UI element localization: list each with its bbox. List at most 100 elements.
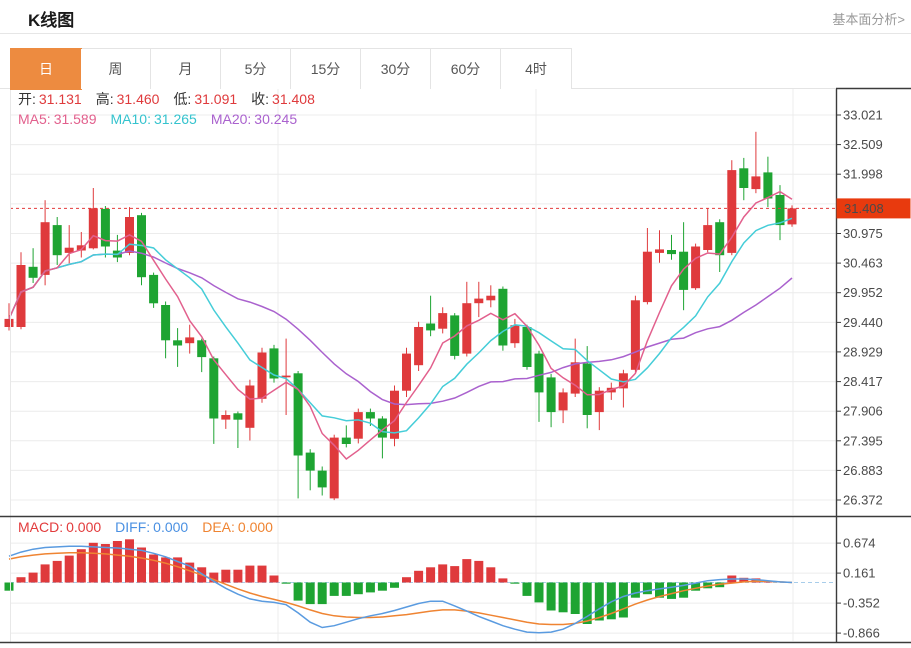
candle	[29, 267, 38, 278]
last-price-flag: 31.408	[837, 198, 911, 218]
tab-min30[interactable]: 30分	[361, 49, 431, 89]
legend-value: 31.408	[272, 91, 315, 107]
macd-bar	[245, 566, 254, 583]
macd-bar	[559, 583, 568, 613]
legend-value: 0.000	[66, 519, 101, 535]
y-axis: 33.02132.50931.99830.97530.46329.95229.4…	[837, 88, 883, 642]
legend-label: 低:	[173, 91, 191, 107]
candle	[631, 300, 640, 370]
macd-bar	[342, 583, 351, 596]
macd-bar	[643, 583, 652, 595]
tab-min5[interactable]: 5分	[221, 49, 291, 89]
legend-value: 30.245	[254, 111, 297, 127]
macd-tick-label: 0.161	[843, 566, 876, 581]
candle	[739, 168, 748, 188]
price-tick-label: 31.998	[843, 167, 883, 182]
price-tick-label: 26.372	[843, 493, 883, 508]
candle	[221, 415, 230, 420]
macd-bar	[619, 583, 628, 618]
macd-bar	[498, 578, 507, 582]
macd-bar	[17, 577, 26, 582]
svg-text:31.408: 31.408	[844, 201, 884, 216]
macd-bar	[523, 583, 532, 596]
tab-month[interactable]: 月	[151, 49, 221, 89]
macd-tick-label: 0.674	[843, 536, 876, 551]
tab-hour4[interactable]: 4时	[501, 49, 571, 89]
candle	[233, 413, 242, 419]
macd-bar	[221, 570, 230, 583]
macd-bar	[571, 583, 580, 615]
macd-bar	[438, 564, 447, 582]
period-tabs: 日周月5分15分30分60分4时	[10, 48, 572, 88]
candle	[679, 252, 688, 290]
candle	[342, 438, 351, 444]
legend-label: DEA:	[202, 519, 235, 535]
macd-bar	[330, 583, 339, 596]
legend-label: 收:	[251, 91, 269, 107]
macd-bar	[366, 583, 375, 593]
macd-bar	[5, 583, 14, 591]
macd-bar	[77, 549, 86, 582]
candle	[318, 471, 327, 488]
candle	[258, 353, 267, 399]
macd-bar	[137, 548, 146, 583]
macd-bar	[595, 583, 604, 621]
price-tick-label: 30.463	[843, 256, 883, 271]
candle	[667, 250, 676, 254]
price-tick-label: 32.509	[843, 137, 883, 152]
candle	[270, 348, 279, 378]
chart-area[interactable]: 33.02132.50931.99830.97530.46329.95229.4…	[0, 0, 911, 648]
candle	[691, 247, 700, 289]
candle	[89, 208, 98, 248]
macd-bar	[161, 557, 170, 582]
candle	[763, 172, 772, 198]
candle	[402, 354, 411, 391]
candle	[703, 225, 712, 250]
candle	[330, 438, 339, 499]
legend-label: MA20:	[211, 111, 251, 127]
macd-bar	[535, 583, 544, 603]
price-tick-label: 29.440	[843, 315, 883, 330]
macd-bar	[450, 566, 459, 582]
macd-legend: MACD:0.000DIFF:0.000DEA:0.000	[18, 518, 287, 536]
legend-value: 31.131	[39, 91, 82, 107]
price-gridlines	[10, 115, 836, 500]
legend-value: 0.000	[238, 519, 273, 535]
candle	[426, 324, 435, 331]
candle	[53, 225, 62, 255]
legend-value: 31.460	[117, 91, 160, 107]
candle	[41, 222, 50, 275]
candle	[523, 327, 532, 367]
legend-value: 31.589	[54, 111, 97, 127]
tab-day[interactable]: 日	[10, 48, 82, 90]
macd-bar	[486, 567, 495, 582]
candle	[474, 299, 483, 304]
macd-bar	[125, 539, 134, 582]
macd-bar	[462, 559, 471, 582]
macd-bar	[402, 577, 411, 582]
ohlc-legend: 开:31.131高:31.460低:31.091收:31.408	[18, 90, 329, 108]
macd-bar	[41, 564, 50, 582]
macd-tick-label: -0.866	[843, 626, 880, 641]
macd-bar	[354, 583, 363, 595]
panel-borders	[0, 88, 911, 643]
legend-label: 高:	[96, 91, 114, 107]
legend-value: 31.265	[154, 111, 197, 127]
price-tick-label: 28.929	[843, 344, 883, 359]
macd-bar	[378, 583, 387, 591]
legend-label: MACD:	[18, 519, 63, 535]
tab-min60[interactable]: 60分	[431, 49, 501, 89]
macd-bar	[294, 583, 303, 601]
candle	[776, 195, 785, 225]
candle	[643, 252, 652, 302]
candle	[5, 319, 14, 327]
candlesticks	[5, 132, 797, 500]
price-tick-label: 33.021	[843, 108, 883, 123]
macd-bar	[474, 561, 483, 583]
candle	[209, 358, 218, 418]
candle	[486, 296, 495, 301]
candle	[149, 275, 158, 303]
macd-bar	[426, 567, 435, 582]
tab-min15[interactable]: 15分	[291, 49, 361, 89]
tab-week[interactable]: 周	[81, 49, 151, 89]
